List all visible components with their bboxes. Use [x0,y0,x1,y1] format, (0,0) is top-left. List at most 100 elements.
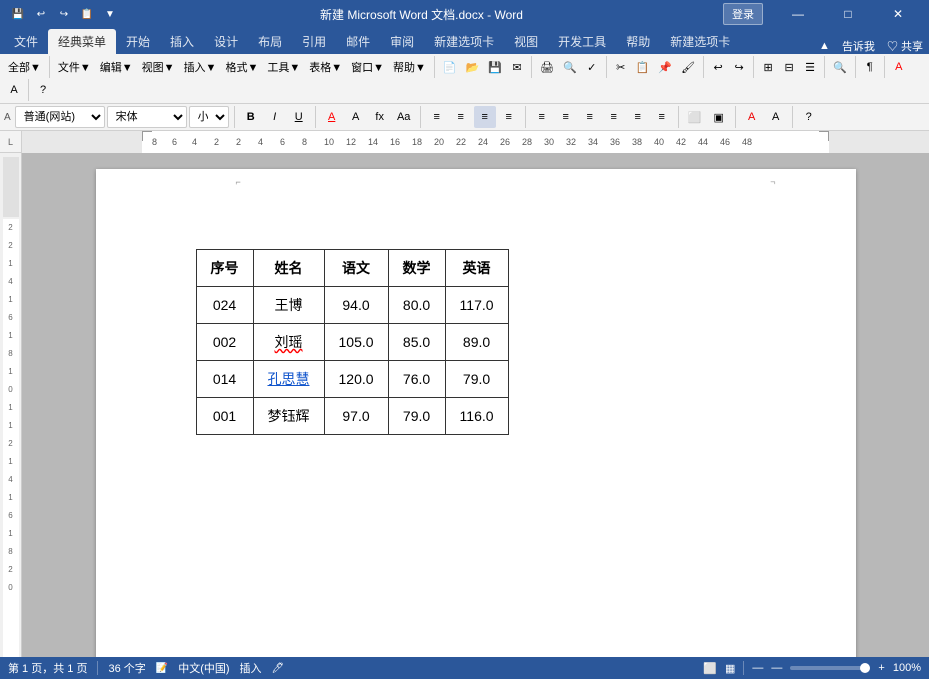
collapse-ribbon-btn[interactable]: ▲ [813,40,836,52]
spellcheck-btn[interactable]: ✓ [582,56,602,78]
zoom-in-btn[interactable]: + [878,662,884,674]
copy-btn[interactable]: 📋 [632,56,654,78]
right-margin-marker [819,131,829,141]
zoom-thumb[interactable] [860,663,870,673]
layout-icon1[interactable]: ⬜ [703,662,717,675]
document-page[interactable]: ⌐ ¬ 序号 姓名 语文 数学 英语 024 王博 [96,169,856,657]
window-title: 新建 Microsoft Word 文档.docx - Word [120,6,723,23]
bold-btn[interactable]: B [240,106,262,128]
tab-help[interactable]: 帮助 [616,29,660,54]
insert-col-btn[interactable]: ⊟ [779,56,799,78]
increase-indent-btn[interactable]: ≡ [603,106,625,128]
zoom-in-btn[interactable]: 🔍 [829,56,851,78]
numbering-btn[interactable]: ≡ [555,106,577,128]
help2-btn[interactable]: ? [798,106,820,128]
close-button[interactable]: ✕ [875,0,921,28]
help-btn[interactable]: ? [33,79,53,101]
columns-btn[interactable]: ☰ [800,56,820,78]
increase-indent2-btn[interactable]: ≡ [651,106,673,128]
formula-btn[interactable]: fx [369,106,391,128]
tab-home[interactable]: 开始 [116,29,160,54]
share-btn[interactable]: ♡ 共享 [881,38,929,54]
tell-me-btn[interactable]: 告诉我 [836,38,881,54]
document-area: ⌐ ¬ 序号 姓名 语文 数学 英语 024 王博 [22,153,929,657]
formatpaint-btn[interactable]: 🖌 [677,56,699,78]
underline-btn[interactable]: U [288,106,310,128]
zoom-out-icon[interactable]: — [752,662,763,674]
font-color-btn2[interactable]: A [321,106,343,128]
menu-edit[interactable]: 编辑▼ [96,56,137,78]
tab-design[interactable]: 设计 [204,29,248,54]
status-icon: 🖊 [272,663,285,674]
tab-marker-left: ⌐ [236,177,241,187]
open-btn[interactable]: 📂 [462,56,484,78]
align-left-btn[interactable]: ≡ [426,106,448,128]
tab-review[interactable]: 审阅 [380,29,424,54]
cut-btn[interactable]: ✂ [611,56,631,78]
menu-view[interactable]: 视图▼ [138,56,179,78]
menu-insert[interactable]: 插入▼ [180,56,221,78]
tab-newtab2[interactable]: 新建选项卡 [660,29,740,54]
tab-developer[interactable]: 开发工具 [548,29,616,54]
zoom-out-btn[interactable]: — [771,662,782,674]
font-format-btn[interactable]: A [345,106,367,128]
case-btn[interactable]: Aa [393,106,415,128]
italic-btn[interactable]: I [264,106,286,128]
tab-references[interactable]: 引用 [292,29,336,54]
align-right-btn[interactable]: ≡ [474,106,496,128]
zoom-level: 100% [893,662,921,674]
redo-btn[interactable]: ↪ [729,56,749,78]
undo-btn[interactable]: ↩ [708,56,728,78]
menu-all[interactable]: 全部▼ [4,56,45,78]
tab-file[interactable]: 文件 [4,29,48,54]
dropdown-icon[interactable]: ▼ [100,4,120,24]
menu-help[interactable]: 帮助▼ [389,56,430,78]
tab-mailings[interactable]: 邮件 [336,29,380,54]
tab-view[interactable]: 视图 [504,29,548,54]
size-select[interactable]: 小二 [189,106,229,128]
header-english: 英语 [445,250,508,287]
tab-marker-right: ¬ [770,177,775,187]
bullets-btn[interactable]: ≡ [531,106,553,128]
tab-classic-menu[interactable]: 经典菜单 [48,29,116,54]
minimize-button[interactable]: — [775,0,821,28]
undo-icon[interactable]: ↩ [31,4,51,24]
paste-btn[interactable]: 📌 [654,56,676,78]
save-btn[interactable]: 💾 [484,56,506,78]
tab-insert[interactable]: 插入 [160,29,204,54]
highlight-btn[interactable]: A [4,79,24,101]
new-doc-btn[interactable]: 📄 [439,56,461,78]
customize-icon[interactable]: 📋 [77,4,97,24]
tab-layout[interactable]: 布局 [248,29,292,54]
shading-btn[interactable]: ▣ [708,106,730,128]
justify-btn[interactable]: ≡ [498,106,520,128]
layout-icon2[interactable]: ▦ [725,662,735,675]
style-select[interactable]: 普通(网站) [15,106,105,128]
decrease-indent2-btn[interactable]: ≡ [627,106,649,128]
menu-file[interactable]: 文件▼ [54,56,95,78]
fontcolor2-btn[interactable]: A [741,106,763,128]
menu-window[interactable]: 窗口▼ [347,56,388,78]
font-select[interactable]: 宋体 [107,106,187,128]
zoom-slider[interactable] [790,666,870,670]
menu-format[interactable]: 格式▼ [221,56,262,78]
decrease-indent-btn[interactable]: ≡ [579,106,601,128]
font-color-btn[interactable]: A [889,56,909,78]
save-icon[interactable]: 💾 [8,4,28,24]
sep7 [824,56,825,78]
maximize-button[interactable]: □ [825,0,871,28]
redo-icon[interactable]: ↪ [54,4,74,24]
insert-table-btn[interactable]: ⊞ [758,56,778,78]
menu-tools[interactable]: 工具▼ [263,56,304,78]
sep3 [531,56,532,78]
email-btn[interactable]: ✉ [507,56,527,78]
align-center-btn[interactable]: ≡ [450,106,472,128]
print-btn[interactable]: 🖨 [536,56,558,78]
tab-newtab1[interactable]: 新建选项卡 [424,29,504,54]
login-button[interactable]: 登录 [723,3,763,25]
menu-table[interactable]: 表格▼ [305,56,346,78]
highlight2-btn[interactable]: A [765,106,787,128]
border-btn[interactable]: ⬜ [684,106,706,128]
print-preview-btn[interactable]: 🔍 [559,56,581,78]
show-hide-btn[interactable]: ¶ [860,56,880,78]
